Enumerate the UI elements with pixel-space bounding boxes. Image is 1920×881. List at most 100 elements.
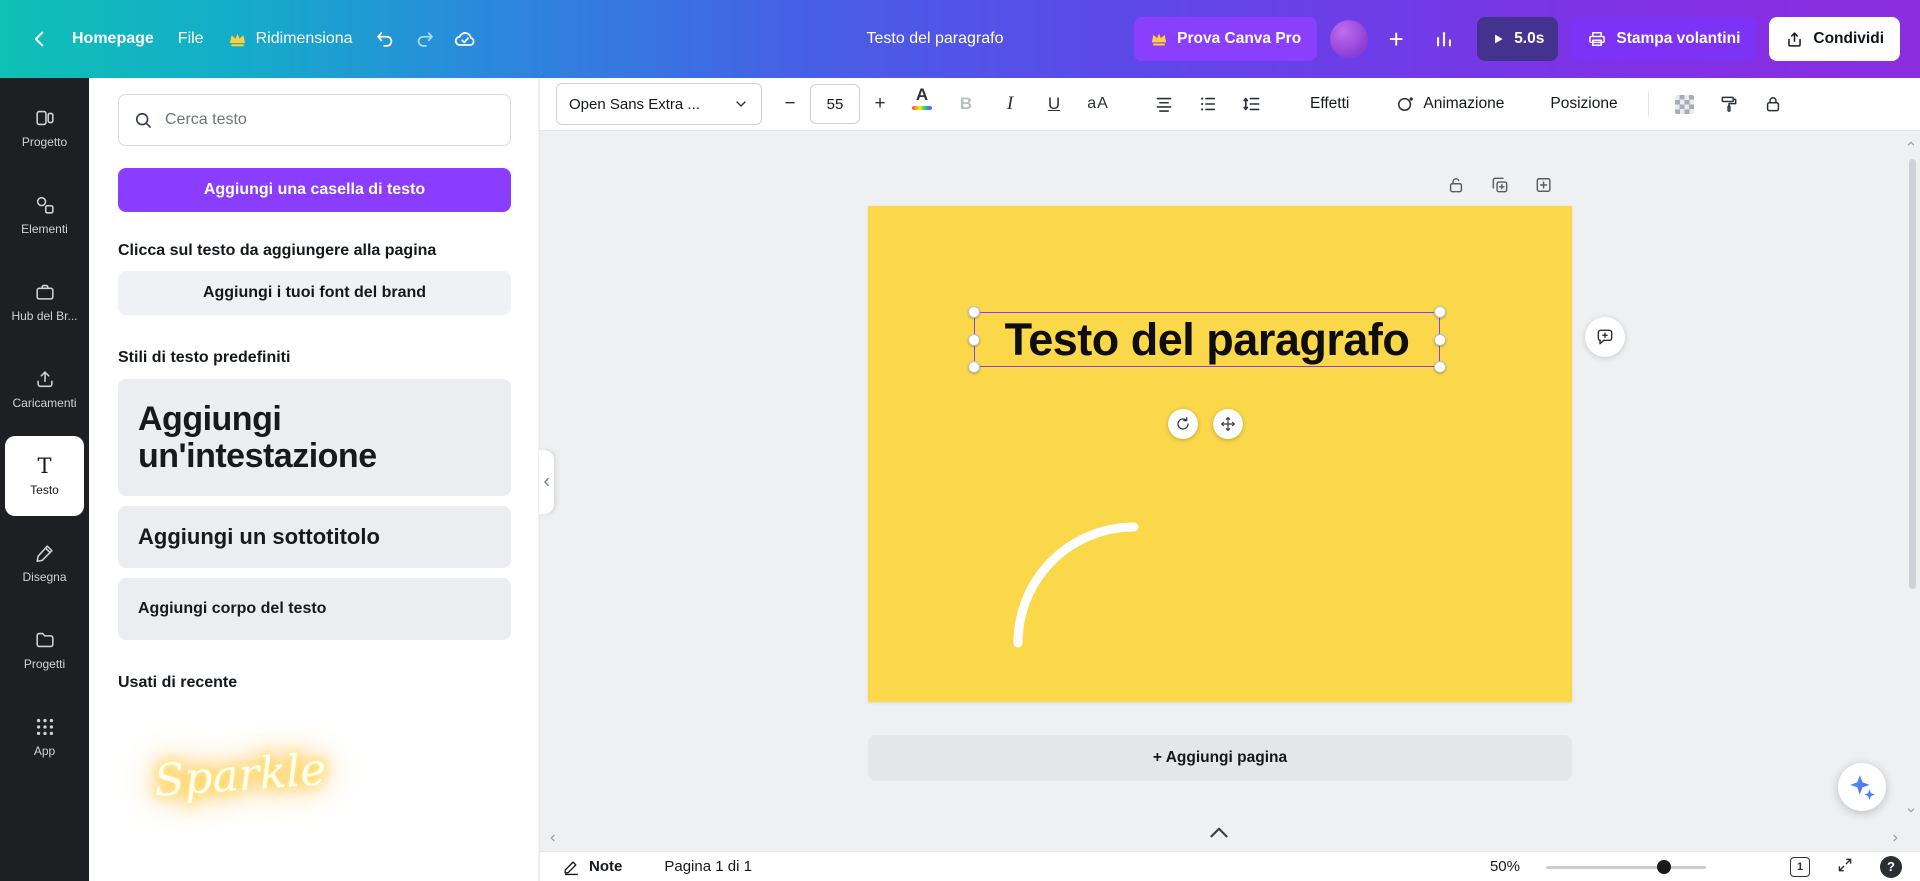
duplicate-page-button[interactable] — [1484, 169, 1516, 201]
selected-text[interactable]: Testo del paragrafo — [1005, 317, 1410, 362]
print-flyers-button[interactable]: Stampa volantini — [1571, 17, 1756, 61]
style-subtitle-card[interactable]: Aggiungi un sottotitolo — [118, 506, 511, 568]
alignment-button[interactable] — [1146, 86, 1182, 122]
add-page-icon-button[interactable] — [1528, 169, 1560, 201]
font-size-decrease-button[interactable]: − — [774, 86, 806, 122]
top-bar: Homepage File Ridimensiona Testo del par… — [0, 0, 1920, 78]
lock-page-button[interactable] — [1440, 169, 1472, 201]
sidebar-item-hub-del-brand[interactable]: Hub del Br... — [5, 262, 84, 342]
canvas-area[interactable]: Testo del paragrafo + Aggiu — [540, 131, 1920, 851]
canva-editor: Homepage File Ridimensiona Testo del par… — [0, 0, 1920, 881]
transparency-button[interactable] — [1667, 86, 1703, 122]
back-button[interactable] — [20, 19, 60, 59]
sidebar-item-progetti[interactable]: Progetti — [5, 610, 84, 690]
redo-button[interactable] — [405, 19, 445, 59]
text-icon: T — [37, 455, 51, 477]
draw-icon — [34, 542, 56, 564]
homepage-button[interactable]: Homepage — [60, 20, 166, 58]
scroll-down-icon[interactable] — [1904, 803, 1918, 817]
sidebar-item-label: Disegna — [22, 570, 66, 584]
help-button[interactable]: ? — [1880, 856, 1902, 878]
share-button[interactable]: Condividi — [1769, 17, 1900, 61]
insights-button[interactable] — [1424, 19, 1464, 59]
panel-collapse-button[interactable] — [539, 450, 554, 514]
spacing-button[interactable] — [1234, 86, 1270, 122]
sidebar-item-elementi[interactable]: Elementi — [5, 175, 84, 255]
avatar[interactable] — [1330, 20, 1368, 58]
page-number-box: 1 — [1790, 857, 1810, 877]
comment-button[interactable] — [1585, 317, 1625, 357]
copy-style-button[interactable] — [1711, 86, 1747, 122]
zoom-value: 50% — [1490, 858, 1520, 875]
move-handle[interactable] — [1213, 409, 1243, 439]
zoom-slider-track[interactable] — [1546, 866, 1706, 869]
effects-button[interactable]: Effetti — [1298, 86, 1361, 122]
sidebar-item-progetto[interactable]: Progetto — [5, 88, 84, 168]
style-heading-card[interactable]: Aggiungi un'intestazione — [118, 379, 511, 496]
text-selection-box[interactable]: Testo del paragrafo — [974, 312, 1440, 367]
selection-handle-bottom-left[interactable] — [968, 361, 980, 373]
text-toolbar: Open Sans Extra ... − 55 + A B I U aA — [540, 78, 1920, 131]
text-color-button[interactable]: A — [904, 86, 940, 122]
vertical-scrollbar-thumb[interactable] — [1909, 159, 1916, 589]
scroll-up-icon[interactable] — [1904, 137, 1918, 151]
text-panel: Aggiungi una casella di testo Clicca sul… — [89, 78, 539, 881]
resize-button[interactable]: Ridimensiona — [216, 20, 365, 58]
font-size-value[interactable]: 55 — [810, 84, 860, 124]
sidebar-item-disegna[interactable]: Disegna — [5, 523, 84, 603]
selection-handle-top-left[interactable] — [968, 306, 980, 318]
sidebar-item-testo[interactable]: T Testo — [5, 436, 84, 516]
scroll-right-icon[interactable] — [1888, 831, 1902, 845]
move-icon — [1220, 416, 1236, 432]
editor-main: Open Sans Extra ... − 55 + A B I U aA — [539, 78, 1920, 881]
assistant-button[interactable] — [1838, 763, 1886, 811]
white-arc-element[interactable] — [868, 206, 1572, 702]
scroll-left-icon[interactable] — [546, 831, 560, 845]
text-case-button[interactable]: aA — [1080, 86, 1116, 122]
italic-button[interactable]: I — [992, 86, 1028, 122]
zoom-slider-knob[interactable] — [1657, 860, 1671, 874]
rainbow-color-bar — [912, 106, 932, 110]
document-title[interactable]: Testo del paragrafo — [867, 30, 1004, 48]
undo-button[interactable] — [365, 19, 405, 59]
selection-handle-top-right[interactable] — [1434, 306, 1446, 318]
search-input[interactable] — [163, 110, 496, 130]
zoom-slider[interactable] — [1546, 860, 1706, 874]
try-pro-button[interactable]: Prova Canva Pro — [1134, 17, 1317, 61]
statusbar-right-group: 50% 1 ? — [1490, 856, 1902, 878]
rotate-handle[interactable] — [1168, 409, 1198, 439]
sidebar-item-caricamenti[interactable]: Caricamenti — [5, 349, 84, 429]
add-member-button[interactable]: + — [1381, 19, 1411, 59]
style-body-card[interactable]: Aggiungi corpo del testo — [118, 578, 511, 640]
brand-fonts-button[interactable]: Aggiungi i tuoi font del brand — [118, 271, 511, 315]
page-indicator-button[interactable]: Pagina 1 di 1 — [664, 858, 752, 875]
vertical-scrollbar[interactable] — [1906, 137, 1918, 817]
present-timer-button[interactable]: 5.0s — [1477, 17, 1558, 61]
selection-handle-bottom-right[interactable] — [1434, 361, 1446, 373]
list-button[interactable] — [1190, 86, 1226, 122]
underline-button[interactable]: U — [1036, 86, 1072, 122]
lock-button[interactable] — [1755, 86, 1791, 122]
bold-button[interactable]: B — [948, 86, 984, 122]
fullscreen-button[interactable] — [1836, 856, 1854, 878]
grid-view-button[interactable]: 1 — [1790, 857, 1810, 877]
sidebar-item-label: Progetto — [22, 135, 67, 149]
selection-handle-middle-right[interactable] — [1434, 334, 1446, 346]
animation-icon — [1395, 94, 1415, 114]
add-page-button[interactable]: + Aggiungi pagina — [868, 735, 1572, 781]
sidebar-item-label: Caricamenti — [12, 396, 76, 410]
font-family-select[interactable]: Open Sans Extra ... — [556, 83, 762, 125]
search-box[interactable] — [118, 94, 511, 146]
font-size-increase-button[interactable]: + — [864, 86, 896, 122]
sidebar-item-app[interactable]: App — [5, 697, 84, 777]
design-page[interactable] — [868, 206, 1572, 702]
file-menu-button[interactable]: File — [166, 20, 216, 58]
collapse-bottom-panel-button[interactable] — [1206, 823, 1232, 846]
add-textbox-button[interactable]: Aggiungi una casella di testo — [118, 168, 511, 212]
recent-style-sparkle[interactable]: Sparkle — [152, 744, 327, 807]
animation-button[interactable]: Animazione — [1383, 86, 1516, 122]
try-pro-label: Prova Canva Pro — [1177, 30, 1301, 48]
position-button[interactable]: Posizione — [1538, 86, 1629, 122]
selection-handle-middle-left[interactable] — [968, 334, 980, 346]
notes-button[interactable]: Note — [562, 857, 622, 876]
